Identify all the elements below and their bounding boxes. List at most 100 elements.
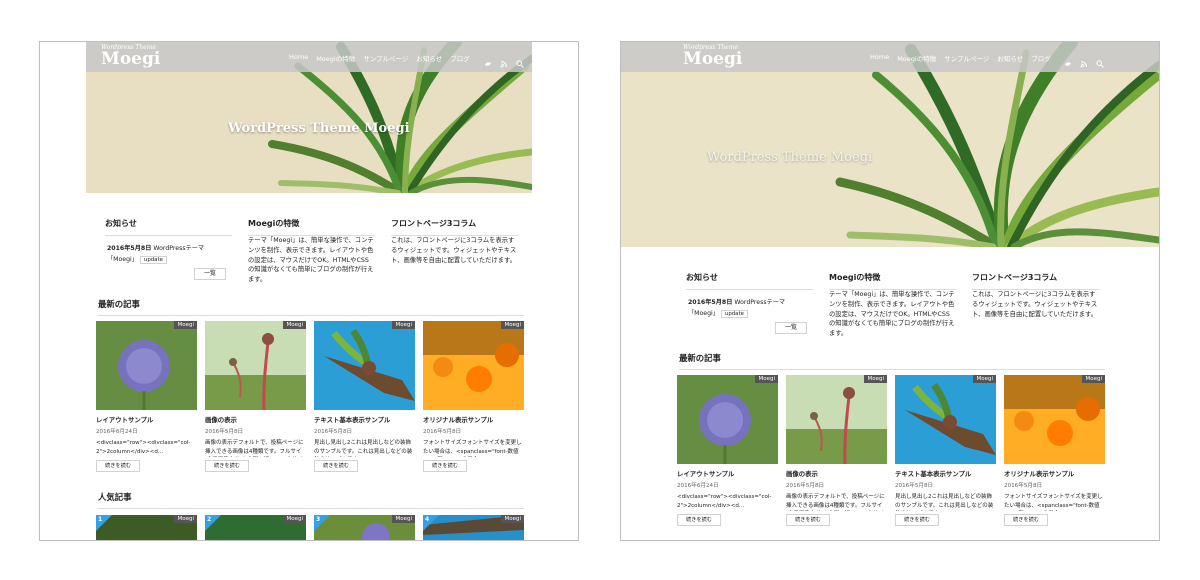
hero-title: WordPress Theme Moegi [707, 150, 873, 165]
nav-features[interactable]: Moegiの特徴 [897, 53, 936, 63]
post-card[interactable]: Moegi 画像の表示 2016年5月8日 画像の表示デフォルトで、投稿ページに… [786, 375, 887, 526]
post-thumbnail[interactable]: Moegi [96, 321, 197, 410]
post-card[interactable]: Moegi オリジナル表示サンプル 2016年5月8日 フォントサイズフォントサ… [423, 321, 524, 472]
nav-news[interactable]: お知らせ [997, 53, 1023, 63]
post-category-tag[interactable]: Moegi [174, 515, 197, 523]
widget-text: これは、フロントページに3コラムを表示するウィジェットです。ウィジェットやテキス… [391, 237, 517, 264]
post-category-tag[interactable]: Moegi [392, 321, 415, 329]
read-more-button[interactable]: 続きを読む [1004, 514, 1048, 526]
post-title[interactable]: 画像の表示 [205, 415, 306, 424]
post-category-tag[interactable]: Moegi [501, 515, 524, 523]
read-more-button[interactable]: 続きを読む [314, 460, 358, 472]
news-date: 2016年5月8日 [688, 299, 733, 306]
post-thumbnail[interactable]: Moegi [1004, 375, 1105, 464]
post-date: 2016年5月8日 [1004, 483, 1043, 489]
read-more-button[interactable]: 続きを読む [895, 514, 939, 526]
post-card[interactable]: Moegi 画像の表示 2016年5月8日 画像の表示デフォルトで、投稿ページに… [205, 321, 306, 472]
site-logo[interactable]: Moegi [101, 49, 160, 69]
hero-title: WordPress Theme Moegi [228, 121, 410, 136]
post-title[interactable]: オリジナル表示サンプル [1004, 469, 1105, 478]
post-category-tag[interactable]: Moegi [1082, 375, 1105, 383]
widget-title: お知らせ [105, 218, 232, 236]
post-card[interactable]: Moegi レイアウトサンプル 2016年6月24日 <divclass="ro… [677, 375, 778, 526]
widget-text: テーマ「Moegi」は、簡単な操作で、コンテンツを制作、表示できます。レイアウト… [248, 237, 374, 283]
post-category-tag[interactable]: Moegi [174, 321, 197, 329]
search-icon[interactable] [1096, 53, 1104, 68]
update-badge: update [720, 309, 748, 319]
popular-card[interactable]: 2 Moegi [205, 515, 306, 540]
post-excerpt: 見出し見出し2これは見出しなどの装飾のサンプルです。これは見出しなどの装飾のサン… [895, 494, 994, 509]
post-thumbnail[interactable]: Moegi [314, 321, 415, 410]
post-thumbnail[interactable]: 3 Moegi [314, 515, 415, 540]
widget-title: Moegiの特徴 [248, 218, 375, 236]
post-title[interactable]: レイアウトサンプル [96, 415, 197, 424]
post-excerpt: フォントサイズフォントサイズを変更したい場合は、<spanclass="font… [423, 440, 522, 455]
news-list-button[interactable]: 一覧 [775, 322, 807, 335]
nav-news[interactable]: お知らせ [416, 53, 442, 63]
post-category-tag[interactable]: Moegi [283, 321, 306, 329]
popular-posts: 1 Moegi 2 Moegi 3 Moegi 4 Moegi [96, 515, 524, 540]
post-date: 2016年5月8日 [205, 429, 244, 435]
nav-blog[interactable]: ブログ [450, 53, 470, 63]
post-card[interactable]: Moegi テキスト基本表示サンプル 2016年5月8日 見出し見出し2これは見… [895, 375, 996, 526]
popular-card[interactable]: 3 Moegi [314, 515, 415, 540]
post-title[interactable]: オリジナル表示サンプル [423, 415, 524, 424]
nav-home[interactable]: Home [870, 53, 889, 63]
post-excerpt: フォントサイズフォントサイズを変更したい場合は、<spanclass="font… [1004, 494, 1103, 509]
post-title[interactable]: テキスト基本表示サンプル [895, 469, 996, 478]
popular-card[interactable]: 4 Moegi [423, 515, 524, 540]
post-category-tag[interactable]: Moegi [755, 375, 778, 383]
rank-badge: 3 [314, 515, 330, 531]
read-more-button[interactable]: 続きを読む [423, 460, 467, 472]
search-icon[interactable] [516, 53, 524, 68]
post-title[interactable]: レイアウトサンプル [677, 469, 778, 478]
update-badge: update [139, 255, 167, 265]
post-category-tag[interactable]: Moegi [392, 515, 415, 523]
post-card[interactable]: Moegi テキスト基本表示サンプル 2016年5月8日 見出し見出し2これは見… [314, 321, 415, 472]
bird-icon[interactable] [1064, 53, 1072, 66]
rss-icon[interactable] [500, 53, 508, 68]
latest-section-title: 最新の記事 [98, 298, 524, 316]
post-card[interactable]: Moegi オリジナル表示サンプル 2016年5月8日 フォントサイズフォントサ… [1004, 375, 1105, 526]
post-thumbnail[interactable]: 1 Moegi [96, 515, 197, 540]
post-thumbnail[interactable]: Moegi [205, 321, 306, 410]
header-icons [1064, 53, 1104, 68]
nav-features[interactable]: Moegiの特徴 [316, 53, 355, 63]
widget-title: フロントページ3コラム [972, 272, 1099, 290]
post-date: 2016年5月8日 [314, 429, 353, 435]
nav-home[interactable]: Home [289, 53, 308, 63]
post-thumbnail[interactable]: Moegi [423, 321, 524, 410]
nav-blog[interactable]: ブログ [1031, 53, 1051, 63]
post-thumbnail[interactable]: 2 Moegi [205, 515, 306, 540]
rank-badge: 4 [423, 515, 439, 531]
post-thumbnail[interactable]: Moegi [677, 375, 778, 464]
bird-icon[interactable] [484, 53, 492, 66]
widget-title: Moegiの特徴 [829, 272, 956, 290]
post-thumbnail[interactable]: Moegi [786, 375, 887, 464]
rss-icon[interactable] [1080, 53, 1088, 68]
post-category-tag[interactable]: Moegi [864, 375, 887, 383]
read-more-button[interactable]: 続きを読む [677, 514, 721, 526]
post-title[interactable]: 画像の表示 [786, 469, 887, 478]
read-more-button[interactable]: 続きを読む [786, 514, 830, 526]
post-thumbnail[interactable]: Moegi [895, 375, 996, 464]
post-title[interactable]: テキスト基本表示サンプル [314, 415, 415, 424]
read-more-button[interactable]: 続きを読む [96, 460, 140, 472]
nav-sample[interactable]: サンプルページ [944, 53, 989, 63]
post-category-tag[interactable]: Moegi [973, 375, 996, 383]
post-excerpt: 画像の表示デフォルトで、投稿ページに挿入できる画像は4種類です。フルサイズ:元画… [786, 494, 885, 509]
header-icons [484, 53, 524, 68]
post-thumbnail[interactable]: 4 Moegi [423, 515, 524, 540]
post-card[interactable]: Moegi レイアウトサンプル 2016年6月24日 <divclass="ro… [96, 321, 197, 472]
front-widget: フロントページ3コラム これは、フロントページに3コラムを表示するウィジェットで… [972, 272, 1099, 319]
post-category-tag[interactable]: Moegi [501, 321, 524, 329]
site-logo[interactable]: Moegi [683, 49, 742, 69]
post-category-tag[interactable]: Moegi [283, 515, 306, 523]
news-list-button[interactable]: 一覧 [194, 268, 226, 281]
screenshot-right: WordPress Theme Moegi Wordpress Theme Mo… [620, 41, 1160, 541]
read-more-button[interactable]: 続きを読む [205, 460, 249, 472]
post-excerpt: <divclass="row"><divclass="col-2">2colum… [677, 494, 772, 509]
popular-card[interactable]: 1 Moegi [96, 515, 197, 540]
nav-sample[interactable]: サンプルページ [363, 53, 408, 63]
post-date: 2016年6月24日 [677, 483, 719, 489]
